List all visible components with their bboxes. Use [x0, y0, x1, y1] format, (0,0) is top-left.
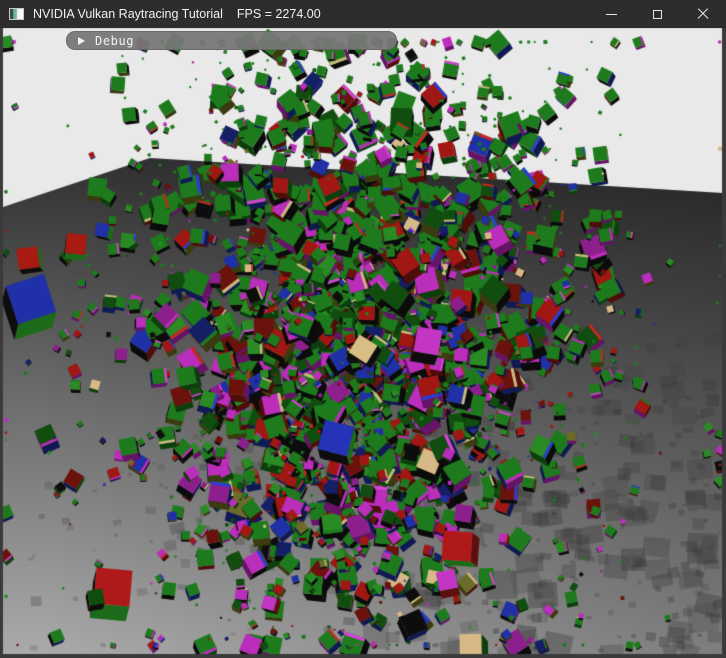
- maximize-button[interactable]: [634, 0, 680, 28]
- window-controls: [588, 0, 726, 28]
- fps-counter: FPS = 2274.00: [237, 7, 321, 21]
- app-window: NVIDIA Vulkan Raytracing Tutorial FPS = …: [0, 0, 726, 658]
- viewport-canvas[interactable]: [0, 0, 726, 658]
- debug-panel-header[interactable]: Debug: [66, 31, 397, 50]
- maximize-icon: [653, 10, 662, 19]
- close-button[interactable]: [680, 0, 726, 28]
- collapsed-arrow-icon: [78, 37, 85, 45]
- minimize-button[interactable]: [588, 0, 634, 28]
- titlebar: NVIDIA Vulkan Raytracing Tutorial FPS = …: [0, 0, 726, 28]
- debug-panel-label: Debug: [95, 34, 134, 48]
- app-icon: [9, 8, 24, 20]
- close-icon: [697, 8, 709, 20]
- minimize-icon: [606, 14, 617, 15]
- window-title: NVIDIA Vulkan Raytracing Tutorial: [33, 7, 223, 21]
